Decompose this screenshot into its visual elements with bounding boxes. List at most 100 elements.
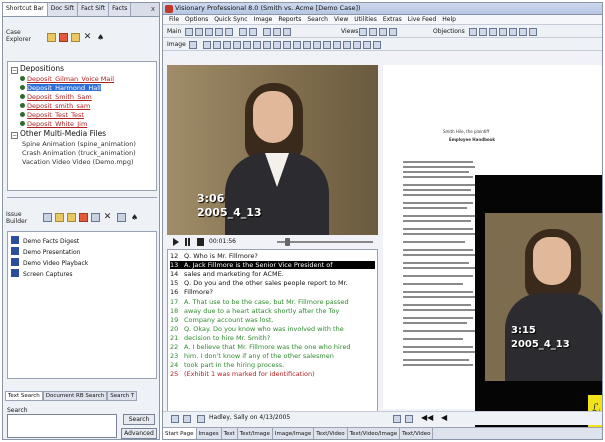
search-input[interactable] — [7, 414, 117, 438]
menu-extras[interactable]: Extras — [383, 15, 402, 24]
transcript-line-annotated[interactable]: 20 Q. Okay. Do you know who was involved … — [170, 325, 344, 333]
tab-start-page[interactable]: Start Page — [163, 428, 197, 439]
tree-item[interactable]: Deposit_Gilman_Voice Mail — [20, 75, 114, 83]
tab-facts[interactable]: Facts — [109, 3, 132, 16]
open-folder-icon[interactable] — [71, 33, 80, 42]
binoculars-icon[interactable]: ♠ — [131, 213, 140, 222]
add-folder-icon[interactable] — [67, 213, 76, 222]
transcript-line-annotated[interactable]: 19 Company account was lost. — [170, 316, 274, 324]
transcript-line-annotated[interactable]: 21 decision to hire Mr. Smith? — [170, 334, 270, 342]
toolbar-icon[interactable] — [323, 41, 331, 49]
view-icon[interactable] — [389, 28, 397, 36]
objection-icon[interactable] — [469, 28, 477, 36]
tree-group-depositions[interactable]: − Depositions — [11, 65, 64, 74]
transcript-line-annotated[interactable]: 23 him. I don't know if any of the other … — [170, 352, 334, 360]
new-folder-icon[interactable] — [47, 33, 56, 42]
view-icon[interactable] — [379, 28, 387, 36]
toolbar-icon[interactable] — [373, 41, 381, 49]
toolbar-icon[interactable] — [283, 28, 291, 36]
tab-images[interactable]: Images — [197, 428, 222, 439]
objection-icon[interactable] — [509, 28, 517, 36]
tab-search-t[interactable]: Search T — [107, 391, 138, 401]
tab-fact-sift[interactable]: Fact Sift — [78, 3, 110, 16]
list-item[interactable]: Screen Captures — [11, 269, 73, 278]
transcript-line[interactable]: 14 sales and marketing for ACME. — [170, 270, 284, 278]
toolbar-icon[interactable] — [203, 41, 211, 49]
objection-icon[interactable] — [489, 28, 497, 36]
close-icon[interactable]: x — [147, 3, 159, 16]
toolbar-icon[interactable] — [205, 28, 213, 36]
add-item-icon[interactable] — [79, 213, 88, 222]
transcript-pane[interactable]: 12 Q. Who is Mr. Fillmore? 13 A. Jack Fill… — [167, 249, 378, 419]
view-icon[interactable] — [359, 28, 367, 36]
objection-icon[interactable] — [529, 28, 537, 36]
toolbar-icon[interactable] — [393, 415, 401, 423]
toolbar-icon[interactable] — [343, 41, 351, 49]
tree-item[interactable]: Deposit_White_Jim — [20, 120, 87, 128]
collapse-icon[interactable]: − — [11, 67, 18, 74]
transcript-line-exhibit[interactable]: 25 (Exhibit 1 was marked for identificati… — [170, 370, 315, 378]
transcript-line[interactable]: 12 Q. Who is Mr. Fillmore? — [170, 252, 258, 260]
search-button[interactable]: Search — [123, 414, 155, 425]
binoculars-icon[interactable]: ♠ — [97, 33, 106, 42]
toolbar-icon[interactable] — [405, 415, 413, 423]
objection-icon[interactable] — [479, 28, 487, 36]
pip-video[interactable]: 3:15 2005_4_13 — [485, 213, 602, 381]
tree-item[interactable]: Deposit_Smith_Sam — [20, 93, 92, 101]
toolbar-icon[interactable] — [215, 28, 223, 36]
objection-icon[interactable] — [519, 28, 527, 36]
list-item[interactable]: Demo Facts Digest — [11, 236, 79, 245]
tab-text[interactable]: Text — [222, 428, 238, 439]
menu-file[interactable]: File — [169, 15, 179, 24]
toolbar-icon[interactable] — [213, 41, 221, 49]
menu-image[interactable]: Image — [254, 15, 273, 24]
play-icon[interactable] — [173, 238, 179, 246]
toolbar-icon[interactable] — [273, 28, 281, 36]
presentation-icon[interactable] — [43, 213, 52, 222]
menu-quick-sync[interactable]: Quick Sync — [214, 15, 247, 24]
transcript-line-annotated[interactable]: 18 away due to a heart attack shortly aft… — [170, 307, 339, 315]
toolbar-icon[interactable] — [189, 41, 197, 49]
toolbar-icon[interactable] — [233, 41, 241, 49]
collapse-icon[interactable]: − — [11, 132, 18, 139]
toolbar-icon[interactable] — [333, 41, 341, 49]
toolbar-icon[interactable] — [303, 41, 311, 49]
menu-live-feed[interactable]: Live Feed — [408, 15, 436, 24]
menu-utilities[interactable]: Utilities — [354, 15, 377, 24]
toolbar-icon[interactable] — [225, 28, 233, 36]
stop-icon[interactable] — [197, 238, 204, 246]
tab-text-search[interactable]: Text Search — [5, 391, 43, 401]
toolbar-icon[interactable] — [195, 28, 203, 36]
transcript-line-highlighted[interactable]: 13 A. Jack Fillmore is the Senior Vice Pr… — [170, 261, 375, 269]
prev-page-icon[interactable]: ◀ — [441, 413, 447, 422]
toolbar-icon[interactable] — [263, 41, 271, 49]
advanced-button[interactable]: Advanced — [121, 428, 157, 439]
tab-shortcut-bar[interactable]: Shortcut Bar — [3, 3, 48, 16]
open-folder-icon[interactable] — [55, 213, 64, 222]
menu-help[interactable]: Help — [442, 15, 456, 24]
seek-thumb[interactable] — [285, 238, 290, 246]
toolbar-icon[interactable] — [253, 41, 261, 49]
list-item[interactable]: Demo Video Playback — [11, 258, 88, 267]
toolbar-icon[interactable] — [171, 415, 179, 423]
tab-text-image[interactable]: Text/Image — [238, 428, 273, 439]
objection-icon[interactable] — [499, 28, 507, 36]
tab-text-video-image[interactable]: Text/Video/Image — [348, 428, 401, 439]
tree-item-selected[interactable]: Deposit_Harmond_Hall — [20, 84, 101, 92]
tree-item[interactable]: Deposit_smith_sam — [20, 102, 90, 110]
tree-item[interactable]: Deposit_Test_Test — [20, 111, 84, 119]
toolbar-icon[interactable] — [363, 41, 371, 49]
add-file-icon[interactable] — [59, 33, 68, 42]
video-player[interactable]: 3:06 2005_4_13 — [167, 65, 378, 235]
tree-file[interactable]: Spine Animation (spine_animation) — [22, 140, 136, 148]
transcript-line[interactable]: 15 Q. Do you and the other sales people r… — [170, 279, 348, 287]
toolbar-icon[interactable] — [223, 41, 231, 49]
toolbar-icon[interactable] — [243, 41, 251, 49]
properties-icon[interactable] — [117, 213, 126, 222]
transcript-line[interactable]: 16 Fillmore? — [170, 288, 213, 296]
tab-document-search[interactable]: Document RB Search — [42, 391, 108, 401]
delete-icon[interactable]: ✕ — [83, 33, 92, 42]
seek-slider[interactable] — [277, 241, 373, 243]
tab-doc-sift[interactable]: Doc Sift — [47, 3, 79, 16]
list-item[interactable]: Demo Presentation — [11, 247, 80, 256]
